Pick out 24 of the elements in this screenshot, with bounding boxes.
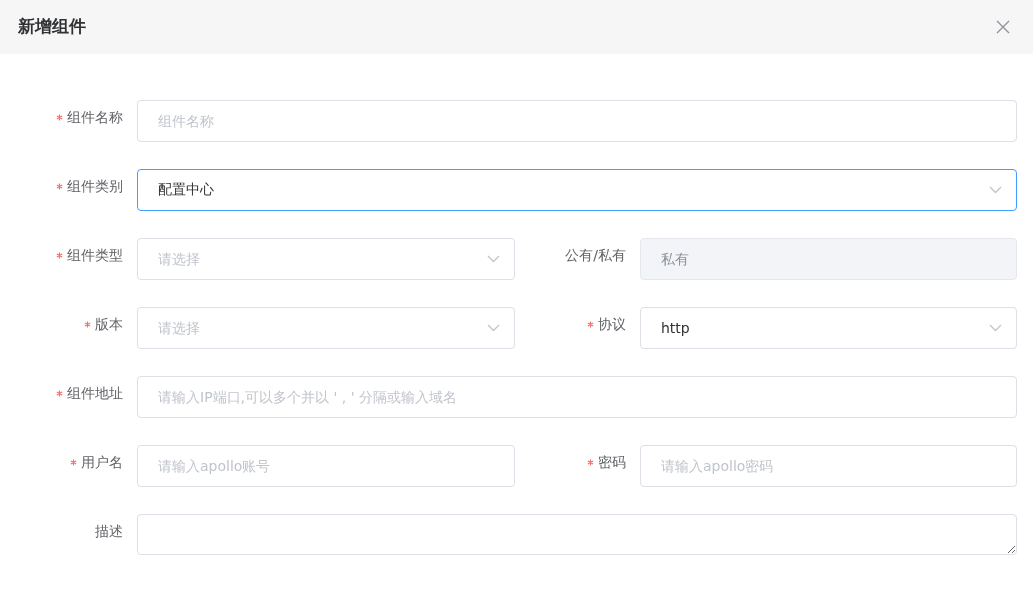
field-label: 版本 (95, 315, 123, 334)
dialog-title: 新增组件 (18, 15, 86, 39)
input-field[interactable]: 请输入apollo账号 (137, 445, 515, 487)
field-label: 公有/私有 (565, 246, 626, 265)
field-label: 组件名称 (67, 108, 123, 127)
input-field[interactable]: 组件名称 (137, 100, 1017, 142)
description-field[interactable] (137, 514, 1017, 555)
select-field[interactable]: 请选择 (137, 238, 515, 280)
field-label: 密码 (598, 453, 626, 472)
field-label: 用户名 (81, 453, 123, 472)
field-label: 组件类型 (67, 246, 123, 265)
field-label: 描述 (95, 522, 123, 541)
select-field[interactable]: 请选择 (137, 307, 515, 349)
input-field[interactable]: 请输入apollo密码 (640, 445, 1017, 487)
chevron-down-icon (487, 324, 500, 332)
select-field[interactable]: 配置中心 (137, 169, 1017, 211)
chevron-down-icon (989, 324, 1002, 332)
chevron-down-icon (487, 255, 500, 263)
field-label: 组件地址 (67, 384, 123, 403)
field-label: 组件类别 (67, 177, 123, 196)
chevron-down-icon (989, 186, 1002, 194)
select-field[interactable]: http (640, 307, 1017, 349)
field-label: 协议 (598, 315, 626, 334)
close-icon (995, 19, 1011, 35)
